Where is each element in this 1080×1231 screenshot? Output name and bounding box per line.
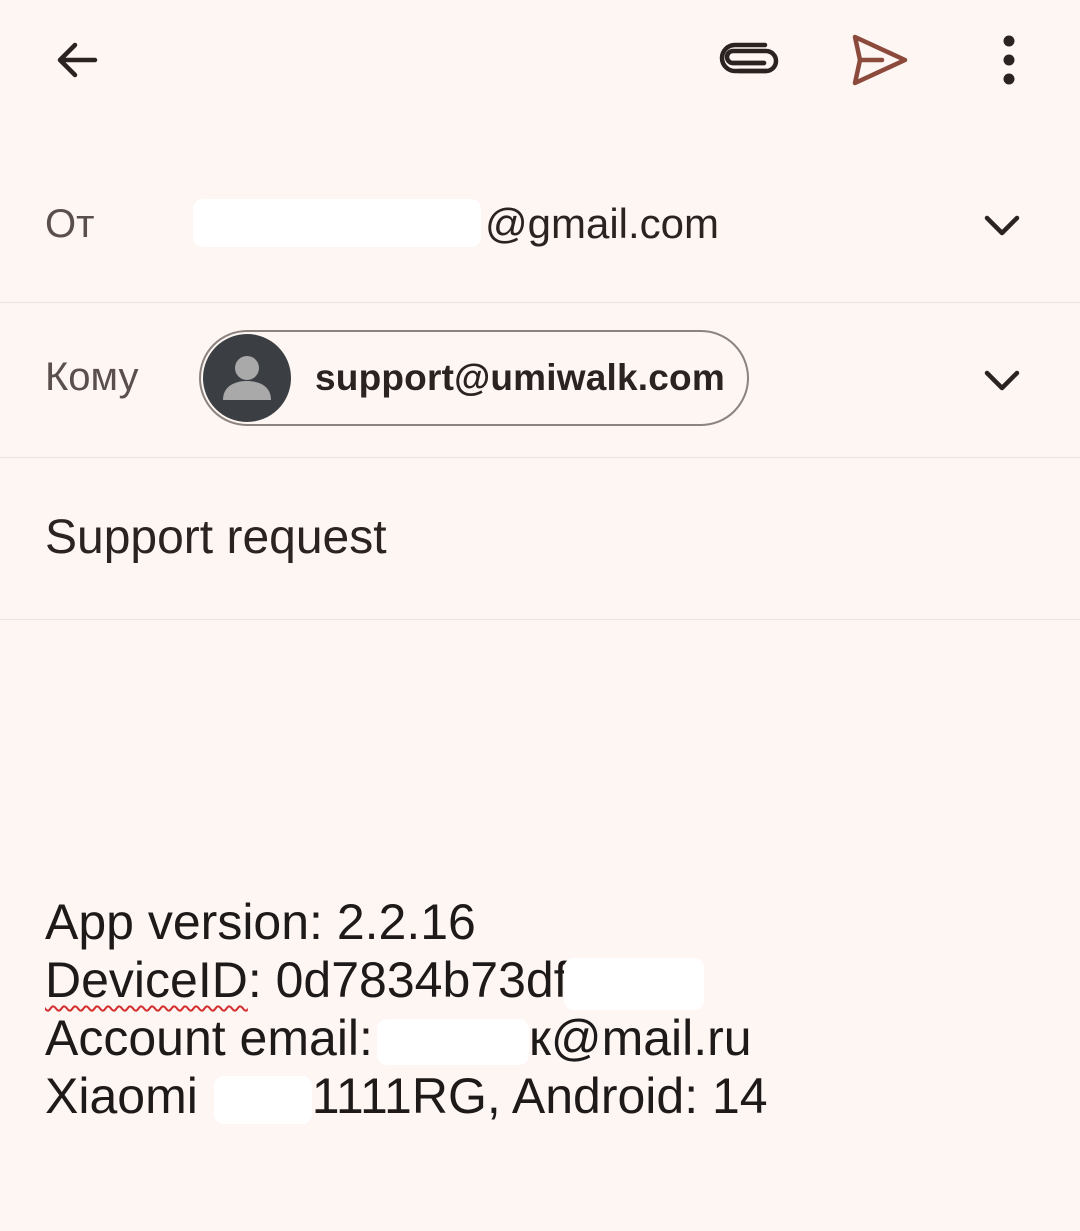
chevron-down-icon <box>984 370 1020 391</box>
to-row: Кому support@umiwalk.com <box>0 303 1080 458</box>
attach-button[interactable] <box>710 20 790 100</box>
body-line-app-version: App version: 2.2.16 <box>45 894 476 950</box>
redaction-mask <box>376 1018 529 1065</box>
chevron-down-icon <box>984 215 1020 236</box>
device-brand: Xiaomi <box>45 1068 198 1124</box>
top-app-bar <box>0 0 1080 130</box>
subject-field[interactable]: Support request <box>45 510 387 565</box>
body-line-device: Xiaomi 1111RG, Android: 14 <box>45 1067 1045 1125</box>
recipient-email: support@umiwalk.com <box>315 357 725 398</box>
person-avatar-icon <box>203 334 291 422</box>
send-button[interactable] <box>840 20 920 100</box>
redaction-mask <box>213 1075 312 1124</box>
to-label: Кому <box>45 355 139 399</box>
account-email-value: к@mail.ru <box>528 1010 752 1066</box>
from-row: От @gmail.com <box>0 148 1080 303</box>
back-button[interactable] <box>37 20 117 100</box>
from-address[interactable]: @gmail.com <box>193 198 720 251</box>
send-icon <box>852 34 908 86</box>
to-expand-button[interactable] <box>972 350 1032 410</box>
device-model-os: 1111RG, Android: 14 <box>311 1068 768 1124</box>
message-body[interactable]: App version: 2.2.16 DeviceID: 0d7834b73d… <box>45 893 1045 1125</box>
more-options-button[interactable] <box>969 20 1049 100</box>
arrow-left-icon <box>57 42 98 78</box>
device-id-value: : 0d7834b73df <box>247 952 568 1008</box>
paperclip-icon <box>719 42 779 74</box>
spellcheck-word[interactable]: DeviceID <box>45 952 248 1008</box>
from-label: От <box>45 202 95 246</box>
subject-row[interactable]: Support request <box>0 458 1080 620</box>
from-expand-button[interactable] <box>972 195 1032 255</box>
more-vertical-icon <box>1003 35 1015 85</box>
redaction-mask <box>563 957 704 1010</box>
recipient-chip[interactable]: support@umiwalk.com <box>199 330 749 426</box>
redaction-mask <box>193 198 481 247</box>
body-line-device-id: DeviceID: 0d7834b73df <box>45 951 1045 1010</box>
from-address-domain: @gmail.com <box>485 200 720 247</box>
body-line-account-email: Account email: к@mail.ru <box>45 1009 1045 1067</box>
account-email-label: Account email: <box>45 1010 373 1066</box>
